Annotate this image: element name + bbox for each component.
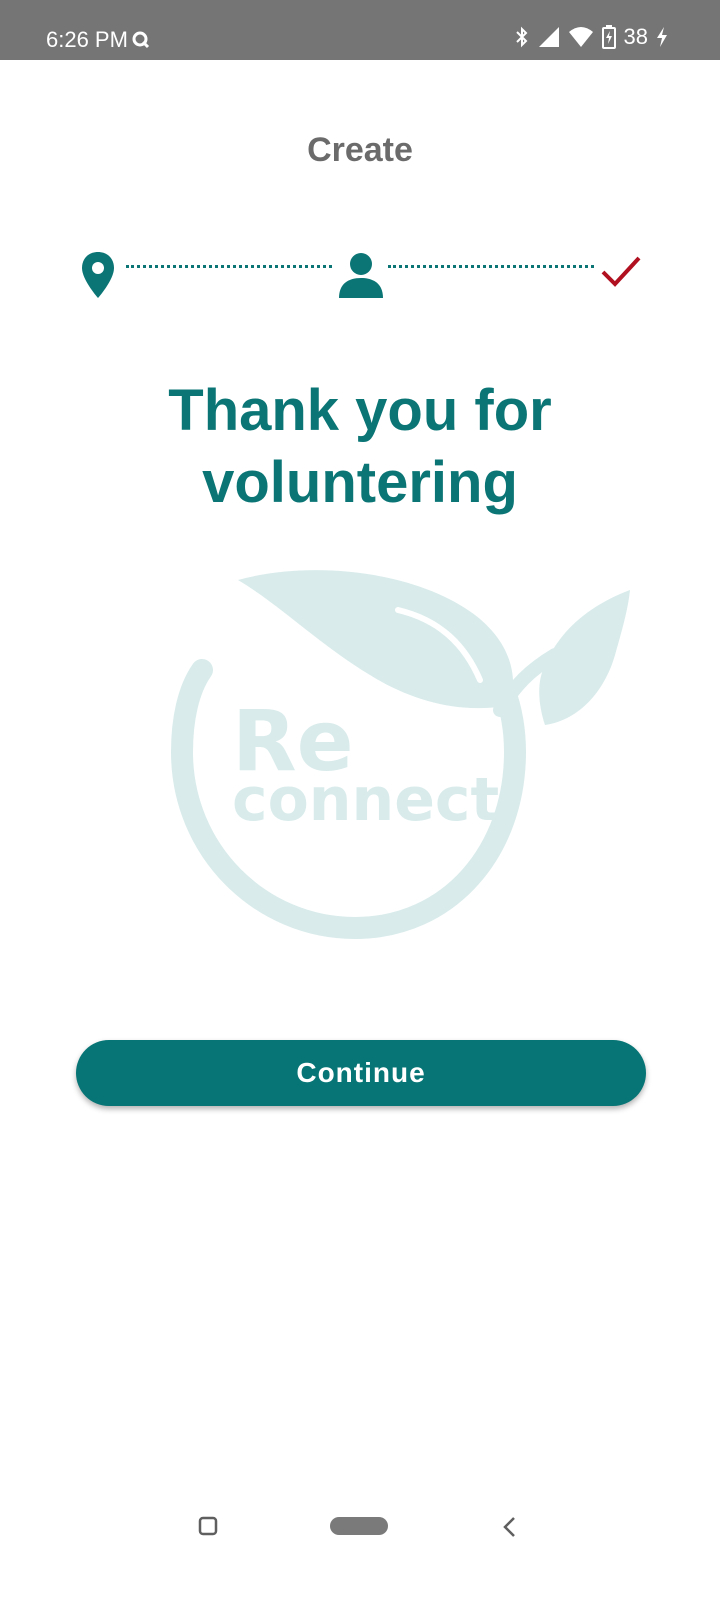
battery-level: 38: [623, 24, 648, 49]
logo-text-connect: connect: [232, 765, 499, 835]
step-connector-2: [388, 265, 594, 268]
headline-line-2: voluntering: [202, 450, 518, 515]
home-pill[interactable]: [330, 1517, 388, 1535]
checkmark-icon: [601, 256, 641, 287]
status-time: 6:26 PM: [46, 27, 150, 53]
system-nav-bar: [0, 1516, 720, 1600]
continue-button[interactable]: Continue: [76, 1040, 646, 1106]
charging-icon: [657, 27, 667, 47]
bluetooth-icon: [515, 26, 527, 48]
recents-icon[interactable]: [198, 1516, 218, 1536]
location-pin-icon: [82, 252, 114, 298]
headline-line-1: Thank you for: [168, 378, 552, 443]
thank-you-headline: Thank you for voluntering: [0, 375, 720, 519]
status-bar: 6:26 PM 38: [0, 0, 720, 60]
wifi-icon: [568, 27, 593, 47]
reconnect-logo: Re connect: [170, 570, 630, 940]
back-icon[interactable]: [502, 1516, 518, 1538]
person-icon: [339, 253, 383, 298]
signal-icon: [538, 27, 559, 47]
notification-q-icon: [132, 31, 149, 49]
step-connector-1: [126, 265, 332, 268]
status-icons: 38: [514, 24, 668, 50]
time-label: 6:26 PM: [46, 27, 128, 52]
progress-stepper: [0, 240, 720, 320]
page-title: Create: [307, 131, 413, 169]
battery-icon: [601, 25, 616, 49]
